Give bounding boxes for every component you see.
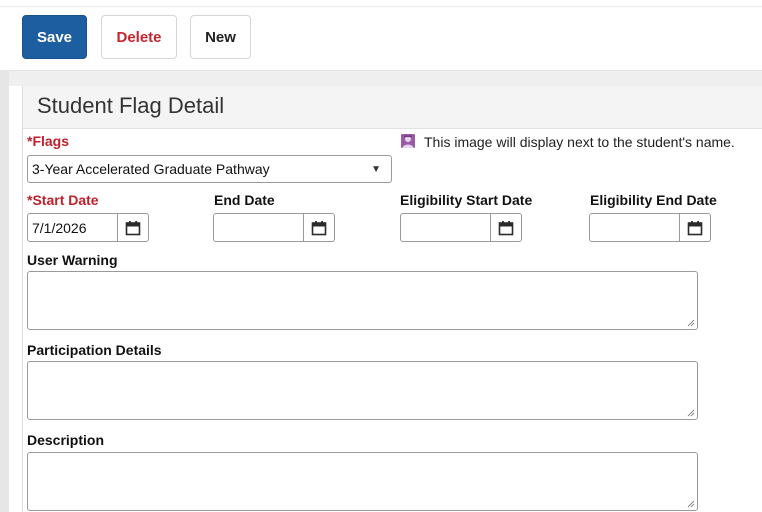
calendar-icon [125, 220, 141, 235]
calendar-icon [687, 220, 703, 235]
eligibility-end-date-calendar-button[interactable] [679, 214, 710, 241]
user-warning-textarea[interactable] [27, 271, 698, 330]
participation-details-label: Participation Details [27, 342, 162, 358]
flags-selected-value: 3-Year Accelerated Graduate Pathway [32, 161, 270, 177]
resize-grip-icon[interactable] [687, 409, 695, 417]
eligibility-start-date-field[interactable] [400, 213, 522, 242]
end-date-field[interactable] [213, 213, 335, 242]
calendar-icon [311, 220, 327, 235]
eligibility-end-date-field[interactable] [589, 213, 711, 242]
resize-grip-icon[interactable] [687, 500, 695, 508]
left-gutter [0, 70, 9, 512]
student-image-icon [401, 134, 415, 148]
eligibility-start-date-calendar-button[interactable] [490, 214, 521, 241]
participation-details-textarea[interactable] [27, 361, 698, 420]
description-textarea[interactable] [27, 452, 698, 511]
page-title: Student Flag Detail [37, 93, 225, 118]
eligibility-end-date-label: Eligibility End Date [590, 192, 717, 208]
description-label: Description [27, 432, 105, 448]
delete-button[interactable]: Delete [101, 15, 177, 59]
image-note-text: This image will display next to the stud… [424, 134, 735, 150]
toolbar-shadow [9, 71, 762, 86]
resize-grip-icon[interactable] [687, 319, 695, 327]
end-date-label: End Date [214, 192, 275, 208]
flags-select[interactable]: 3-Year Accelerated Graduate Pathway ▼ [27, 155, 392, 183]
start-date-field[interactable]: 7/1/2026 [27, 213, 149, 242]
calendar-icon [498, 220, 514, 235]
panel-header: Student Flag Detail [23, 86, 762, 129]
flags-label: *Flags [27, 133, 70, 149]
start-date-calendar-button[interactable] [117, 214, 148, 241]
triangle-down-icon: ▼ [371, 164, 381, 175]
toolbar: Save Delete New [0, 0, 762, 71]
start-date-value: 7/1/2026 [32, 220, 87, 236]
new-button[interactable]: New [190, 15, 251, 59]
user-warning-label: User Warning [27, 252, 118, 268]
save-button[interactable]: Save [22, 15, 87, 59]
eligibility-start-date-label: Eligibility Start Date [400, 192, 533, 208]
start-date-label: *Start Date [27, 192, 99, 208]
toolbar-divider [0, 6, 762, 7]
end-date-calendar-button[interactable] [303, 214, 334, 241]
